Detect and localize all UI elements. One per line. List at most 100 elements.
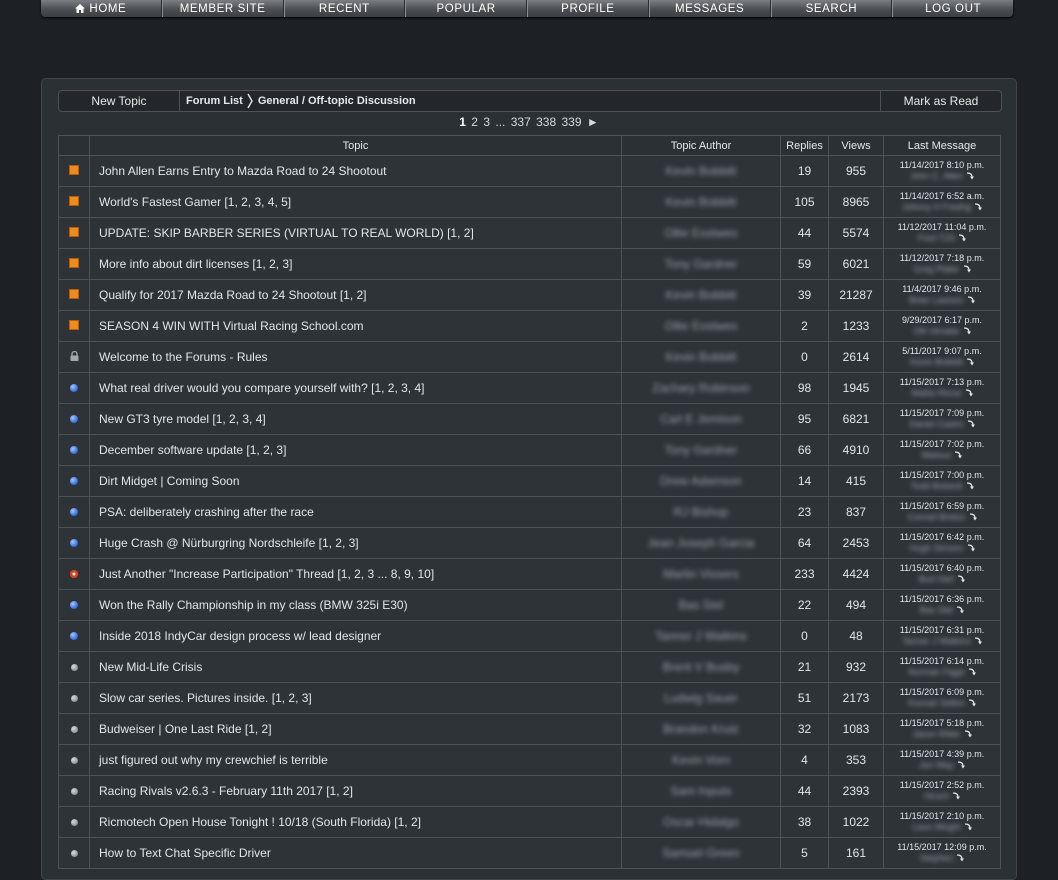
topic-author-link[interactable]: Brent V Busby xyxy=(663,660,740,674)
topic-title-link[interactable]: More info about dirt licenses [1, 2, 3] xyxy=(99,257,292,271)
go-to-last-post-icon[interactable] xyxy=(974,203,983,211)
topic-author-link[interactable]: Ollie Eostwes xyxy=(665,226,738,240)
topic-title-link[interactable]: How to Text Chat Specific Driver xyxy=(99,846,271,860)
go-to-last-post-icon[interactable] xyxy=(957,761,965,769)
topic-title-link[interactable]: UPDATE: SKIP BARBER SERIES (VIRTUAL TO R… xyxy=(99,226,474,240)
new-topic-button[interactable]: New Topic xyxy=(59,91,180,111)
topic-title-link[interactable]: Qualify for 2017 Mazda Road to 24 Shooto… xyxy=(99,288,367,302)
topic-author-link[interactable]: Kevin Bobbitt xyxy=(666,195,737,209)
last-message-author[interactable]: Konrad Sellon xyxy=(908,698,965,709)
topic-title-link[interactable]: December software update [1, 2, 3] xyxy=(99,443,286,457)
breadcrumb-forum-list[interactable]: Forum List xyxy=(186,95,243,107)
last-message-author[interactable]: Fred T2S xyxy=(918,233,955,244)
last-message-author[interactable]: Jon Way xyxy=(919,760,954,771)
nav-popular[interactable]: Popular xyxy=(405,0,527,17)
topic-author-link[interactable]: Kevin Bobbitt xyxy=(666,164,737,178)
topic-title-link[interactable]: What real driver would you compare yours… xyxy=(99,381,424,395)
last-message-author[interactable]: Johnny H Fredrig xyxy=(902,202,971,213)
go-to-last-post-icon[interactable] xyxy=(963,327,971,335)
next-page-arrow-icon[interactable]: ► xyxy=(587,115,599,129)
page-link-338[interactable]: 338 xyxy=(536,115,556,129)
go-to-last-post-icon[interactable] xyxy=(964,823,972,831)
page-link-3[interactable]: 3 xyxy=(483,115,490,129)
topic-title-link[interactable]: PSA: deliberately crashing after the rac… xyxy=(99,505,314,519)
page-link-2[interactable]: 2 xyxy=(471,115,478,129)
nav-profile[interactable]: Profile xyxy=(527,0,649,17)
last-message-author[interactable]: Bas Stel xyxy=(920,605,954,616)
topic-title-link[interactable]: World's Fastest Gamer [1, 2, 3, 4, 5] xyxy=(99,195,291,209)
last-message-author[interactable]: Todd Bobeck xyxy=(910,481,962,492)
topic-title-link[interactable]: Won the Rally Championship in my class (… xyxy=(99,598,408,612)
topic-author-link[interactable]: Kevin Bobbitt xyxy=(666,288,737,302)
topic-author-link[interactable]: Tony Gardner xyxy=(665,257,738,271)
nav-messages[interactable]: Messages xyxy=(648,0,771,17)
last-message-author[interactable]: Olli Venalar xyxy=(913,326,959,337)
last-message-author[interactable]: Tanner J Watkins xyxy=(902,636,971,647)
topic-title-link[interactable]: New Mid-Life Crisis xyxy=(99,660,202,674)
topic-title-link[interactable]: John Allen Earns Entry to Mazda Road to … xyxy=(99,164,387,178)
mark-as-read-button[interactable]: Mark as Read xyxy=(880,91,1001,111)
last-message-author[interactable]: Daniel Castro xyxy=(909,419,964,430)
nav-recent[interactable]: Recent xyxy=(283,0,406,17)
go-to-last-post-icon[interactable] xyxy=(952,792,961,800)
last-message-author[interactable]: Hugh Simson xyxy=(909,543,963,554)
last-message-author[interactable]: Jason Ritter xyxy=(912,729,960,740)
topic-author-link[interactable]: Kevin Vorn xyxy=(672,753,730,767)
topic-title-link[interactable]: SEASON 4 WIN WITH Virtual Racing School.… xyxy=(99,319,364,333)
topic-author-link[interactable]: Martin Vissers xyxy=(663,567,739,581)
last-message-author[interactable]: Matsuo xyxy=(922,450,952,461)
topic-author-link[interactable]: Brandon Kruiz xyxy=(663,722,739,736)
topic-author-link[interactable]: Jean Joseph Garcia xyxy=(648,536,755,550)
last-message-author[interactable]: Hirsch xyxy=(924,791,950,802)
last-message-author[interactable]: Mattis Rinne xyxy=(911,388,961,399)
nav-home[interactable]: Home xyxy=(41,0,162,17)
topic-author-link[interactable]: Sam Inputs xyxy=(671,784,732,798)
topic-title-link[interactable]: Huge Crash @ Nürburgring Nordschleife [1… xyxy=(99,536,359,550)
go-to-last-post-icon[interactable] xyxy=(967,544,975,552)
go-to-last-post-icon[interactable] xyxy=(968,699,976,707)
topic-title-link[interactable]: Dirt Midget | Coming Soon xyxy=(99,474,240,488)
nav-log-out[interactable]: Log Out xyxy=(892,0,1013,17)
go-to-last-post-icon[interactable] xyxy=(956,606,965,614)
nav-search[interactable]: Search xyxy=(770,0,893,17)
topic-author-link[interactable]: Ludwig Sauer xyxy=(664,691,737,705)
go-to-last-post-icon[interactable] xyxy=(965,389,973,397)
topic-author-link[interactable]: Carl E Jemison xyxy=(660,412,741,426)
topic-title-link[interactable]: Just Another "Increase Participation" Th… xyxy=(99,567,434,581)
last-message-author[interactable]: Brian Lawson xyxy=(909,295,964,306)
last-message-author[interactable]: John C. Allen xyxy=(910,171,963,182)
go-to-last-post-icon[interactable] xyxy=(954,451,963,459)
topic-title-link[interactable]: Slow car series. Pictures inside. [1, 2,… xyxy=(99,691,312,705)
go-to-last-post-icon[interactable] xyxy=(966,358,975,366)
topic-author-link[interactable]: Tony Gardner xyxy=(665,443,738,457)
go-to-last-post-icon[interactable] xyxy=(968,668,976,676)
go-to-last-post-icon[interactable] xyxy=(958,234,967,242)
topic-title-link[interactable]: Racing Rivals v2.6.3 - February 11th 201… xyxy=(99,784,353,798)
go-to-last-post-icon[interactable] xyxy=(964,730,972,738)
topic-title-link[interactable]: Budweiser | One Last Ride [1, 2] xyxy=(99,722,272,736)
go-to-last-post-icon[interactable] xyxy=(974,637,982,645)
topic-title-link[interactable]: Ricmotech Open House Tonight ! 10/18 (So… xyxy=(99,815,421,829)
last-message-author[interactable]: Stephen xyxy=(920,853,954,864)
topic-author-link[interactable]: Drew Adamson xyxy=(660,474,741,488)
topic-title-link[interactable]: Welcome to the Forums - Rules xyxy=(99,350,268,364)
last-message-author[interactable]: Conrad Breton xyxy=(907,512,966,523)
go-to-last-post-icon[interactable] xyxy=(967,420,975,428)
topic-author-link[interactable]: RJ Bishop xyxy=(674,505,729,519)
topic-title-link[interactable]: New GT3 tyre model [1, 2, 3, 4] xyxy=(99,412,266,426)
go-to-last-post-icon[interactable] xyxy=(956,854,965,862)
last-message-author[interactable]: Greg Plater xyxy=(913,264,959,275)
page-link-337[interactable]: 337 xyxy=(511,115,531,129)
topic-author-link[interactable]: Samuel Green xyxy=(662,846,739,860)
go-to-last-post-icon[interactable] xyxy=(957,575,966,583)
last-message-author[interactable]: Bud Hart xyxy=(919,574,955,585)
topic-author-link[interactable]: Tanner J Watkins xyxy=(655,629,747,643)
topic-author-link[interactable]: Oscar Hidalgo xyxy=(663,815,739,829)
go-to-last-post-icon[interactable] xyxy=(966,482,974,490)
topic-title-link[interactable]: just figured out why my crewchief is ter… xyxy=(99,753,328,767)
topic-author-link[interactable]: Kevin Bobbitt xyxy=(666,350,737,364)
page-link-339[interactable]: 339 xyxy=(561,115,581,129)
nav-member-site[interactable]: Member Site xyxy=(161,0,284,17)
go-to-last-post-icon[interactable] xyxy=(967,296,975,304)
topic-author-link[interactable]: Ollie Eostwes xyxy=(665,319,738,333)
